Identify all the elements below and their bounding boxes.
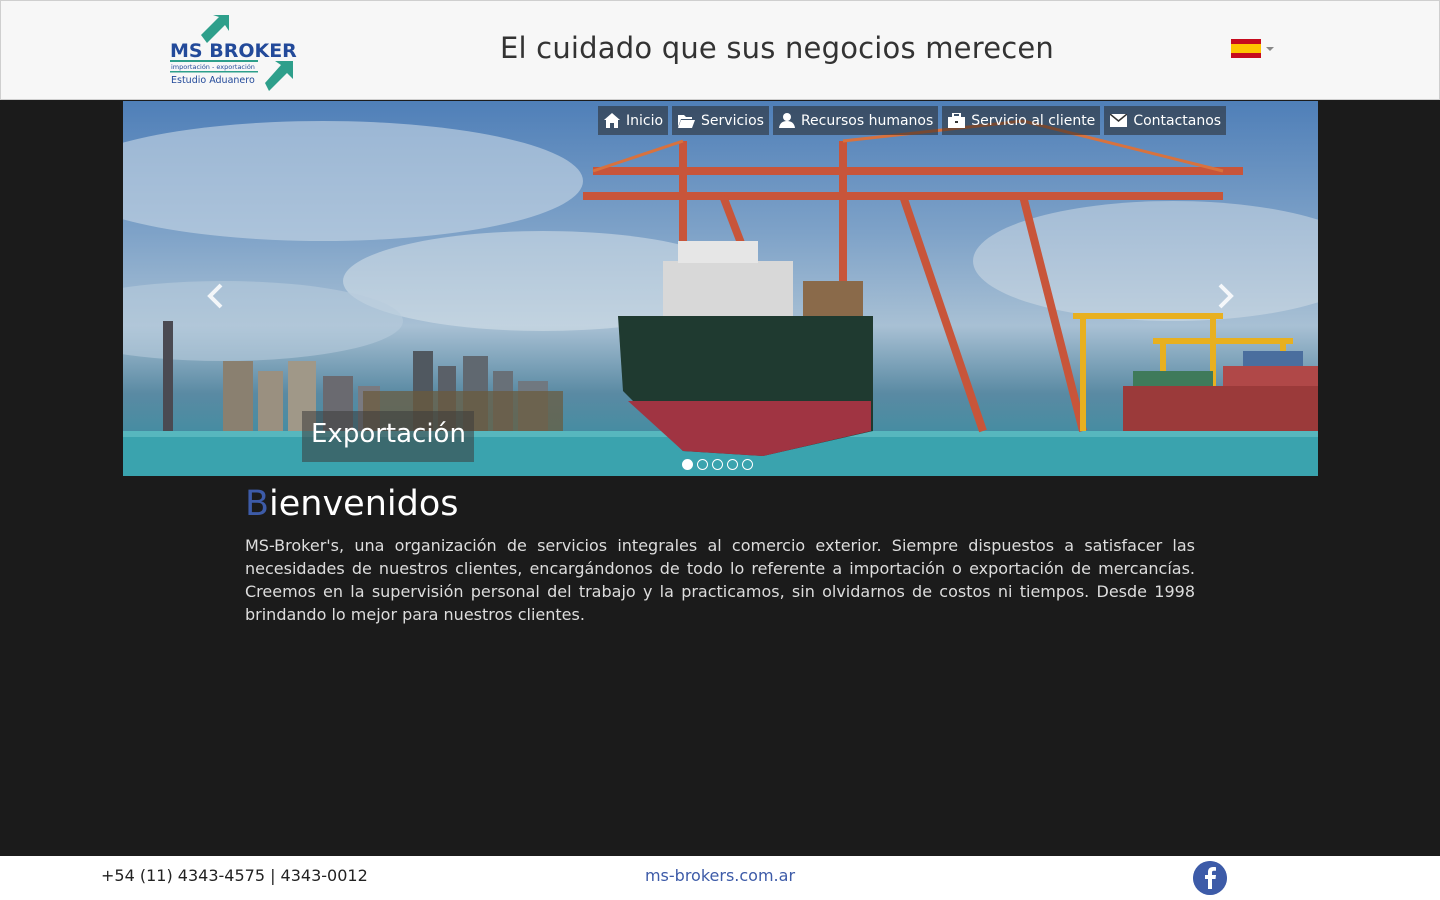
user-icon [778, 113, 795, 128]
carousel-indicator[interactable] [742, 459, 753, 470]
nav-item-servicio-al-cliente[interactable]: Servicio al cliente [942, 106, 1101, 135]
caret-down-icon [1266, 46, 1274, 51]
facebook-icon[interactable] [1193, 861, 1227, 895]
carousel-next-chevron-icon[interactable] [1210, 281, 1240, 311]
carousel-caption: Exportación [302, 411, 474, 462]
main-navigation: Inicio Servicios Recursos humanos Servic… [598, 106, 1227, 135]
nav-item-servicios[interactable]: Servicios [672, 106, 769, 135]
envelope-icon [1110, 114, 1128, 127]
nav-item-contactanos[interactable]: Contactanos [1104, 106, 1227, 135]
nav-item-recursos-humanos[interactable]: Recursos humanos [772, 106, 939, 135]
welcome-heading: Bienvenidos [245, 484, 458, 524]
carousel-indicator[interactable] [697, 459, 708, 470]
svg-text:Estudio Aduanero: Estudio Aduanero [171, 75, 255, 86]
nav-item-label: Inicio [626, 112, 664, 129]
welcome-heading-rest: ienvenidos [269, 484, 459, 524]
hero-carousel: Inicio Servicios Recursos humanos Servic… [123, 101, 1318, 476]
site-footer: +54 (11) 4343-4575 | 4343-0012 ms-broker… [0, 856, 1440, 900]
folder-open-icon [678, 114, 696, 128]
home-icon [604, 113, 620, 128]
briefcase-icon [948, 113, 966, 128]
nav-item-label: Contactanos [1133, 112, 1222, 129]
site-tagline: El cuidado que sus negocios merecen [499, 31, 1055, 65]
carousel-indicator[interactable] [682, 459, 693, 470]
nav-item-inicio[interactable]: Inicio [598, 106, 669, 135]
carousel-indicator[interactable] [727, 459, 738, 470]
nav-item-label: Servicio al cliente [971, 112, 1096, 129]
carousel-prev-chevron-icon[interactable] [201, 281, 231, 311]
carousel-indicators [682, 459, 753, 470]
site-header: MS BROKER´S importación - exportación Es… [0, 0, 1440, 100]
welcome-heading-initial: B [245, 484, 270, 524]
language-selector[interactable] [1231, 39, 1274, 58]
intro-paragraph: MS-Broker's, una organización de servici… [245, 536, 1195, 624]
carousel-indicator[interactable] [712, 459, 723, 470]
flag-spain-icon [1231, 39, 1261, 58]
nav-item-label: Servicios [701, 112, 764, 129]
footer-website-link[interactable]: ms-brokers.com.ar [645, 866, 795, 885]
nav-item-label: Recursos humanos [800, 112, 934, 129]
